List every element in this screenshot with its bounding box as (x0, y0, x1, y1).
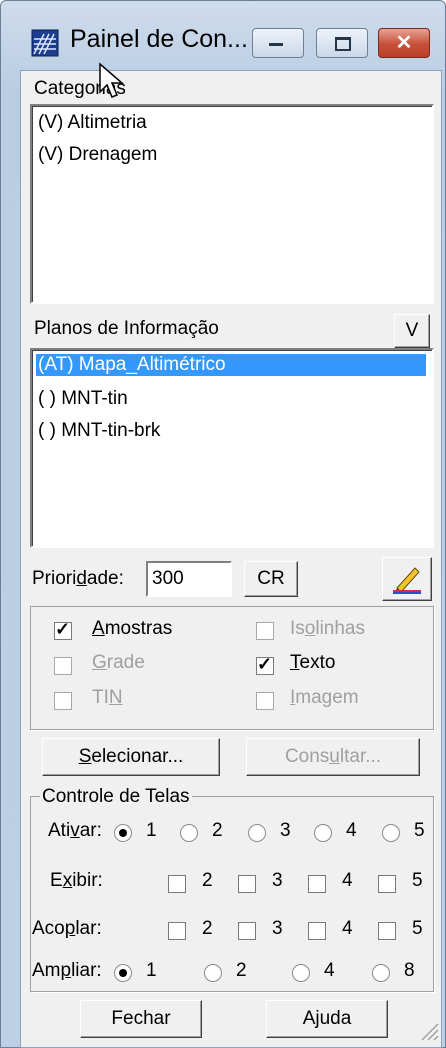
imagem-checkbox[interactable] (256, 692, 274, 710)
close-button[interactable]: ✕ (378, 28, 430, 58)
texto-label: Texto (290, 652, 336, 673)
ampliar-option-label: 1 (146, 960, 157, 981)
acoplar-option-label: 2 (202, 918, 213, 939)
ampliar-radio-1[interactable] (114, 964, 132, 982)
prioridade-label: Prioridade: (32, 568, 124, 589)
minimize-button[interactable] (252, 28, 304, 58)
planos-listbox[interactable]: (AT) Mapa_Altimétrico ( ) MNT-tin ( ) MN… (30, 348, 434, 548)
ampliar-option-label: 4 (324, 960, 335, 981)
check-icon: ✓ (55, 619, 71, 639)
prioridade-input[interactable]: 300 (146, 561, 232, 597)
check-icon: ✓ (257, 654, 273, 674)
exibir-checkbox-5[interactable] (378, 875, 396, 893)
texto-checkbox[interactable]: ✓ (256, 654, 274, 675)
acoplar-label: Acoplar: (32, 918, 102, 939)
ampliar-option-label: 2 (236, 960, 247, 981)
list-item-categoria[interactable]: (V) Drenagem (38, 144, 157, 166)
ativar-option-label: 2 (212, 820, 223, 841)
ativar-radio-3[interactable] (248, 824, 266, 842)
ativar-radio-4[interactable] (314, 824, 332, 842)
acoplar-checkbox-2[interactable] (168, 922, 186, 940)
ativar-radio-2[interactable] (180, 824, 198, 842)
list-item-plano-selected[interactable]: (AT) Mapa_Altimétrico (36, 354, 426, 376)
ampliar-radio-8[interactable] (372, 964, 390, 982)
ativar-radio-5[interactable] (382, 824, 400, 842)
categorias-listbox[interactable]: (V) Altimetria (V) Drenagem (30, 104, 434, 304)
ampliar-label: Ampliar: (32, 960, 102, 981)
acoplar-checkbox-3[interactable] (238, 922, 256, 940)
close-icon: ✕ (395, 32, 413, 54)
ativar-radio-1[interactable] (114, 824, 132, 842)
cr-button[interactable]: CR (244, 561, 298, 597)
selecionar-button[interactable]: Selecionar... (42, 738, 220, 776)
exibir-option-label: 2 (202, 870, 213, 891)
representacoes-group (30, 606, 434, 730)
ativar-label: Ativar: (48, 820, 102, 841)
mouse-cursor-icon (98, 62, 128, 106)
exibir-checkbox-3[interactable] (238, 875, 256, 893)
visual-button[interactable] (382, 557, 432, 601)
controle-telas-title: Controle de Telas (40, 786, 192, 808)
window-title: Painel de Con... (70, 25, 248, 53)
acoplar-checkbox-5[interactable] (378, 922, 396, 940)
exibir-option-label: 4 (342, 870, 353, 891)
ativar-option-label: 5 (414, 820, 425, 841)
grade-checkbox[interactable] (54, 657, 72, 675)
tin-label: TIN (92, 687, 123, 708)
amostras-label: Amostras (92, 618, 173, 639)
acoplar-option-label: 3 (272, 918, 283, 939)
list-item-plano[interactable]: ( ) MNT-tin-brk (38, 420, 160, 442)
resize-grip-icon[interactable] (418, 1020, 440, 1042)
consultar-button[interactable]: Consultar... (246, 738, 420, 776)
ajuda-button[interactable]: Ajuda (266, 1000, 388, 1038)
exibir-checkbox-2[interactable] (168, 875, 186, 893)
maximize-button[interactable] (316, 28, 368, 58)
isolinhas-label: Isolinhas (290, 618, 366, 639)
exibir-option-label: 3 (272, 870, 283, 891)
maximize-icon (335, 37, 351, 51)
acoplar-option-label: 4 (342, 918, 353, 939)
app-grid-icon (30, 28, 60, 58)
planos-v-button[interactable]: V (394, 314, 430, 348)
imagem-label: Imagem (290, 687, 359, 708)
fechar-button[interactable]: Fechar (80, 1000, 202, 1038)
exibir-option-label: 5 (412, 870, 423, 891)
exibir-checkbox-4[interactable] (308, 875, 326, 893)
list-item-plano[interactable]: ( ) MNT-tin (38, 388, 128, 410)
tin-checkbox[interactable] (54, 692, 72, 710)
exibir-label: Exibir: (50, 870, 103, 891)
ativar-option-label: 1 (146, 820, 157, 841)
amostras-checkbox[interactable]: ✓ (54, 619, 72, 640)
list-item-categoria[interactable]: (V) Altimetria (38, 112, 147, 134)
acoplar-option-label: 5 (412, 918, 423, 939)
ampliar-radio-2[interactable] (204, 964, 222, 982)
acoplar-checkbox-4[interactable] (308, 922, 326, 940)
ativar-option-label: 3 (280, 820, 291, 841)
ampliar-radio-4[interactable] (292, 964, 310, 982)
ampliar-option-label: 8 (404, 960, 415, 981)
isolinhas-checkbox[interactable] (256, 622, 274, 640)
pencil-icon (393, 567, 421, 594)
minimize-icon (269, 43, 283, 46)
ativar-option-label: 4 (346, 820, 357, 841)
planos-label: Planos de Informação (34, 318, 219, 339)
grade-label: Grade (92, 652, 145, 673)
